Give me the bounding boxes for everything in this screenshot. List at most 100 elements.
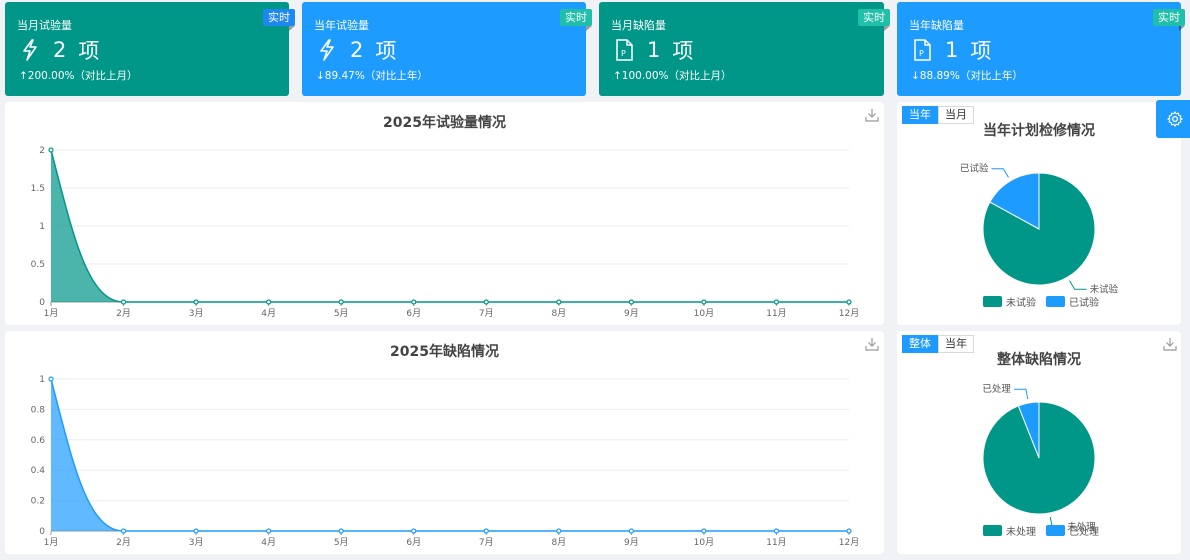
data-point <box>773 528 780 534</box>
card-delta: ↓89.47%（对比上年） <box>316 70 428 82</box>
legend-item[interactable]: 已处理 <box>1046 523 1099 538</box>
defects-pie-panel: 整体 当年 整体缺陷情况 未处理 已处理 未处理 已处理 <box>897 331 1181 554</box>
series-area <box>51 379 849 531</box>
y-tick-label: 0 <box>39 527 45 537</box>
card-delta: ↑100.00%（对比上月） <box>613 70 732 82</box>
legend-item[interactable]: 已试验 <box>1046 294 1099 309</box>
stat-card-monthly-defects: 当月缺陷量 实时 P 1 项 ↑100.00%（对比上月） <box>599 2 890 96</box>
card-title: 当年试验量 <box>314 19 369 32</box>
lightning-icon <box>320 39 334 61</box>
data-point <box>266 528 272 534</box>
x-tick-label: 2月 <box>116 308 131 319</box>
legend-item[interactable]: 未试验 <box>983 294 1036 309</box>
y-tick-label: 0 <box>39 298 45 308</box>
x-tick-label: 6月 <box>406 308 421 319</box>
realtime-badge: 实时 <box>263 9 295 31</box>
legend-item[interactable]: 未处理 <box>983 523 1036 538</box>
realtime-badge: 实时 <box>858 9 890 31</box>
data-point <box>193 299 199 305</box>
card-delta: ↓88.89%（对比上年） <box>911 70 1023 82</box>
pie-label: 已试验 <box>960 163 989 175</box>
data-point <box>846 299 852 305</box>
y-tick-label: 0.2 <box>31 497 45 507</box>
card-value: 2 <box>350 38 364 62</box>
data-point <box>120 299 127 305</box>
legend-label: 未试验 <box>1006 298 1036 309</box>
data-point <box>48 376 54 382</box>
y-tick-label: 0.6 <box>31 436 46 446</box>
x-tick-label: 12月 <box>839 537 859 548</box>
card-unit: 项 <box>78 39 100 63</box>
card-delta: ↑200.00%（对比上月） <box>19 70 138 82</box>
data-point <box>193 528 199 534</box>
x-tick-label: 11月 <box>766 308 786 319</box>
lightning-icon <box>23 39 37 61</box>
x-tick-label: 9月 <box>624 537 639 548</box>
maintenance-pie-panel: 当年 当月 当年计划检修情况 未试验 已试验 未试验 已试验 <box>897 102 1181 325</box>
pie-label-line <box>991 168 1009 178</box>
pie-label: 已处理 <box>982 383 1011 395</box>
data-point <box>556 528 562 534</box>
stat-card-monthly-tests: 当月试验量 实时 2 项 ↑200.00%（对比上月） <box>5 2 295 96</box>
card-value: 1 <box>945 38 959 62</box>
defects-chart-panel: 2025年缺陷情况 0 0.2 0.4 0.6 0.8 1 1月 2月 3月 4月 5月 6月 7月 8月… <box>5 331 884 554</box>
gear-icon <box>1167 111 1183 127</box>
y-tick-label: 1.5 <box>31 184 45 194</box>
pie-label-line <box>1013 388 1029 400</box>
y-tick-label: 0.5 <box>31 260 45 270</box>
svg-text:P: P <box>621 49 626 58</box>
realtime-badge: 实时 <box>560 9 592 31</box>
legend-swatch <box>983 525 1002 536</box>
x-tick-label: 3月 <box>189 537 204 548</box>
data-point <box>338 299 344 305</box>
card-value: 1 <box>647 38 661 62</box>
data-point <box>628 528 634 534</box>
defects-area-chart: 00.20.40.60.811月 2月 3月 4月 5月 6月 7月 8月 9月 10月 11月 12… <box>31 375 860 548</box>
x-tick-label: 5月 <box>334 308 349 319</box>
card-unit: 项 <box>375 39 397 63</box>
document-p-icon: P <box>616 39 633 61</box>
y-tick-label: 0.4 <box>31 466 46 476</box>
card-title: 当年缺陷量 <box>909 19 964 32</box>
legend-swatch <box>1046 296 1065 307</box>
x-tick-label: 10月 <box>694 537 714 548</box>
pie-legend: 未处理 已处理 <box>983 523 1109 538</box>
x-tick-label: 8月 <box>551 308 566 319</box>
y-tick-label: 0.8 <box>31 405 46 415</box>
realtime-badge: 实时 <box>1153 9 1185 31</box>
x-tick-label: 9月 <box>624 308 639 319</box>
data-point <box>48 147 54 153</box>
stat-card-yearly-tests: 当年试验量 实时 2 项 ↓89.47%（对比上年） <box>302 2 592 96</box>
card-unit: 项 <box>970 39 992 63</box>
card-value: 2 <box>53 38 67 62</box>
y-tick-label: 2 <box>39 146 45 156</box>
legend-label: 未处理 <box>1006 527 1036 538</box>
data-point <box>120 528 127 534</box>
legend-label: 已处理 <box>1069 527 1099 538</box>
x-tick-label: 10月 <box>694 308 714 319</box>
x-tick-label: 3月 <box>189 308 204 319</box>
pie-label-line <box>1069 280 1087 290</box>
x-tick-label: 11月 <box>766 537 786 548</box>
svg-text:P: P <box>919 49 924 58</box>
data-point <box>846 528 852 534</box>
series-line <box>50 378 849 532</box>
x-tick-label: 12月 <box>839 308 859 319</box>
data-point <box>701 299 707 305</box>
pie-legend: 未试验 已试验 <box>983 294 1109 309</box>
data-point <box>773 299 780 305</box>
x-tick-label: 1月 <box>44 308 59 319</box>
data-point <box>483 299 489 305</box>
document-p-icon: P <box>914 39 931 61</box>
x-tick-label: 4月 <box>261 308 276 319</box>
data-point <box>338 528 344 534</box>
data-point <box>701 528 707 534</box>
x-tick-label: 7月 <box>479 308 494 319</box>
legend-swatch <box>1046 525 1065 536</box>
card-unit: 项 <box>672 39 694 63</box>
card-title: 当月缺陷量 <box>611 19 666 32</box>
settings-button[interactable] <box>1156 100 1190 138</box>
x-tick-label: 7月 <box>479 537 494 548</box>
card-title: 当月试验量 <box>17 19 72 32</box>
x-tick-label: 6月 <box>406 537 421 548</box>
